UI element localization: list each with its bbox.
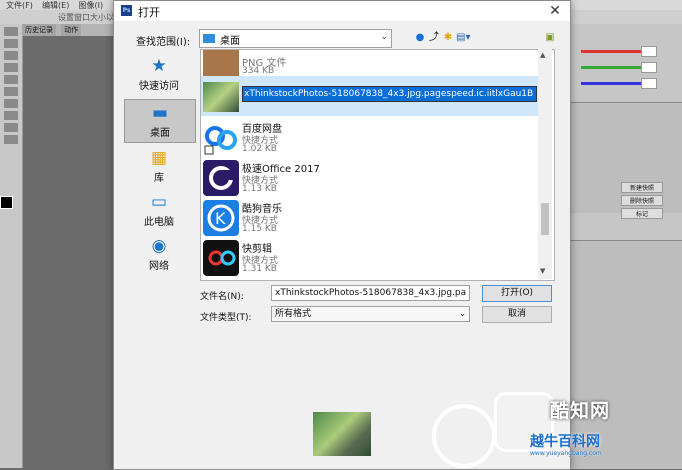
ps-tab[interactable]: 历史记录 (22, 24, 56, 36)
kuaijianji-icon (203, 240, 239, 276)
rename-field[interactable]: xThinkstockPhotos-518067838_4x3.jpg.page… (242, 86, 537, 102)
eraser-tool-icon[interactable] (4, 99, 18, 108)
watermark-ring-icon (432, 404, 496, 468)
ps-menu-edit[interactable]: 编辑(E) (42, 1, 69, 10)
dialog-titlebar: Ps 打开 ✕ (114, 1, 570, 21)
filename-label: 文件名(N): (200, 292, 244, 302)
place-label: 网络 (149, 261, 169, 272)
file-size: 1.31 KB (242, 264, 277, 274)
baidu-netdisk-icon (203, 120, 239, 156)
network-icon: ◉ (151, 236, 167, 256)
places-bar: ★ 快速访问 ▬ 桌面 ▦ 库 ▭ 此电脑 ◉ 网络 (124, 49, 202, 291)
file-size: 1.13 KB (242, 184, 277, 194)
ps-menu-file[interactable]: 文件(F) (6, 1, 33, 10)
lookin-dropdown[interactable]: 桌面 ⌄ (199, 29, 392, 48)
file-item[interactable]: 百度网盘 快捷方式 1.02 KB (201, 118, 541, 160)
ps-doc-tabs: 历史记录 动作 (22, 24, 120, 36)
watermark-url: www.yueyangbang.com (530, 450, 602, 457)
green-value-field[interactable] (641, 62, 657, 73)
filetype-label: 文件类型(T): (200, 313, 252, 323)
move-tool-icon[interactable] (4, 27, 18, 36)
file-item[interactable]: 快剪辑 快捷方式 1.31 KB (201, 238, 541, 280)
photo-thumbnail (203, 82, 239, 112)
new-snapshot-button[interactable]: 新建快照 (621, 182, 663, 193)
place-label: 此电脑 (144, 217, 174, 228)
blue-slider[interactable] (581, 82, 645, 85)
filetype-value: 所有格式 (275, 309, 312, 319)
folder-icon (203, 34, 215, 43)
stamp-tool-icon[interactable] (4, 87, 18, 96)
folder-shortcut-icon[interactable]: ▣ (544, 32, 556, 44)
file-item[interactable]: K 酷狗音乐 快捷方式 1.15 KB (201, 198, 541, 240)
red-slider[interactable] (581, 50, 645, 53)
green-slider[interactable] (581, 66, 645, 69)
file-list: PNG 文件 334 KB xThinkstockPhotos-51806783… (200, 49, 555, 281)
file-size: 1.02 KB (242, 144, 277, 154)
red-value-field[interactable] (641, 46, 657, 57)
file-item-selected[interactable]: xThinkstockPhotos-518067838_4x3.jpg.page… (201, 76, 541, 118)
svg-text:K: K (215, 209, 226, 228)
brush-tool-icon[interactable] (4, 75, 18, 84)
place-quick-access[interactable]: ★ 快速访问 (124, 53, 194, 95)
file-list-scrollbar[interactable]: ▲ ▼ (538, 49, 552, 279)
image-file-icon (203, 50, 239, 78)
open-button[interactable]: 打开(O) (482, 285, 552, 302)
close-icon[interactable]: ✕ (546, 2, 564, 20)
new-folder-icon[interactable]: ✱ (442, 32, 454, 44)
foreground-color-swatch[interactable] (0, 196, 13, 209)
library-icon: ▦ (150, 148, 168, 168)
lookin-value: 桌面 (220, 36, 240, 47)
photoshop-icon: Ps (121, 5, 132, 16)
filetype-select[interactable]: 所有格式 ⌄ (271, 306, 470, 322)
marquee-tool-icon[interactable] (4, 39, 18, 48)
place-label: 桌面 (150, 128, 170, 139)
crop-tool-icon[interactable] (4, 63, 18, 72)
filename-field[interactable]: xThinkstockPhotos-518067838_4x3.jpg.pa (271, 285, 470, 301)
chevron-down-icon: ⌄ (380, 32, 388, 42)
mark-button[interactable]: 标记 (621, 208, 663, 219)
dialog-title: 打开 (138, 6, 160, 19)
watermark-text: 越牛百科网 (530, 434, 600, 450)
place-library[interactable]: ▦ 库 (124, 145, 194, 187)
star-icon: ★ (151, 56, 167, 76)
ps-menu-image[interactable]: 图像(I) (79, 1, 104, 10)
watermark: 酷知网 越牛百科网 www.yueyangbang.com (430, 378, 682, 468)
cancel-button[interactable]: 取消 (482, 306, 552, 323)
desktop-icon: ▬ (151, 103, 169, 123)
lasso-tool-icon[interactable] (4, 51, 18, 60)
lookin-label: 查找范围(I): (136, 37, 191, 48)
place-desktop[interactable]: ▬ 桌面 (124, 99, 196, 143)
up-folder-icon[interactable]: ⤴ (428, 32, 440, 44)
place-network[interactable]: ◉ 网络 (124, 233, 194, 275)
scroll-up-icon[interactable]: ▲ (540, 51, 545, 59)
place-this-pc[interactable]: ▭ 此电脑 (124, 189, 194, 231)
kugou-icon: K (203, 200, 239, 236)
place-label: 库 (154, 173, 164, 184)
view-menu-icon[interactable]: ▤▾ (456, 32, 470, 44)
scrollbar-thumb[interactable] (541, 203, 549, 235)
place-label: 快速访问 (139, 81, 179, 92)
scroll-down-icon[interactable]: ▼ (540, 267, 545, 275)
back-icon[interactable]: ● (414, 32, 426, 44)
delete-snapshot-button[interactable]: 删除快照 (621, 195, 663, 206)
ps-toolbox (0, 24, 23, 468)
watermark-brand: 酷知网 (550, 400, 611, 422)
file-item[interactable]: 极速Office 2017 快捷方式 1.13 KB (201, 158, 541, 200)
hand-tool-icon[interactable] (4, 123, 18, 132)
chevron-down-icon: ⌄ (459, 309, 466, 318)
computer-icon: ▭ (150, 192, 168, 212)
image-preview (313, 412, 371, 456)
office-icon (203, 160, 239, 196)
ps-tab[interactable]: 动作 (61, 24, 82, 36)
text-tool-icon[interactable] (4, 111, 18, 120)
blue-value-field[interactable] (641, 78, 657, 89)
zoom-tool-icon[interactable] (4, 135, 18, 144)
file-size: 1.15 KB (242, 224, 277, 234)
file-size: 334 KB (242, 66, 275, 76)
